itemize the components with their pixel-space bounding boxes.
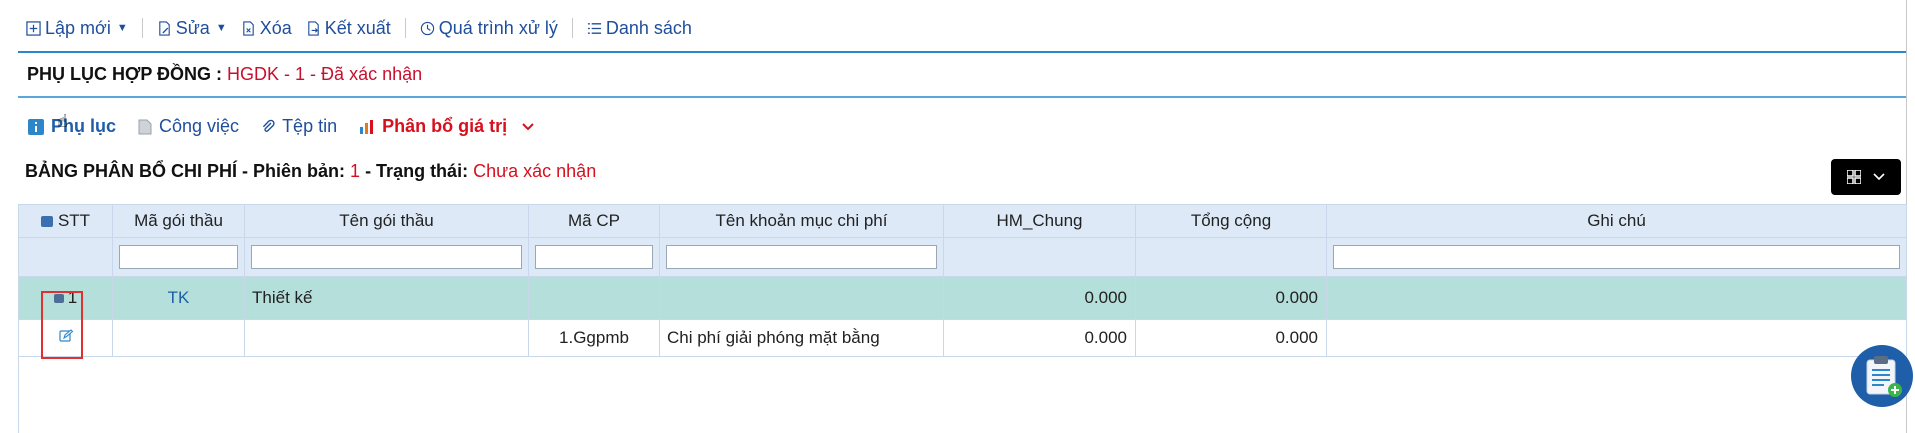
table-row[interactable]: 1 TK Thiết kế 0.000 0.000 [18,276,1907,320]
document-icon [138,119,152,134]
header-row: STT Mã gói thầu Tên gói thầu Mã CP Tên k… [18,204,1907,238]
caret-down-icon: ▼ [116,22,128,34]
total-cell: 0.000 [1135,319,1327,357]
edit-label: Sửa [175,17,210,38]
col-hm-chung-header[interactable]: HM_Chung [943,204,1136,238]
filter-note-input[interactable] [1333,245,1900,269]
col-total-header[interactable]: Tổng cộng [1135,204,1327,238]
cost-allocation-title: BẢNG PHÂN BỔ CHI PHÍ - Phiên bản: 1 - Tr… [25,161,596,182]
filter-cell [244,237,529,277]
delete-label: Xóa [259,17,292,38]
cost-code-cell: 1.Ggpmb [528,319,660,357]
note-cell [1326,276,1907,320]
new-button[interactable]: Lập mới ▼ [26,18,128,39]
chevron-down-icon[interactable] [522,122,534,132]
col-stt-label: STT [57,211,91,230]
edit-document-icon [158,20,170,36]
plus-square-icon [26,20,41,36]
contract-header: PHỤ LỤC HỢP ĐỒNG : HGDK - 1 - Đã xác nhậ… [27,64,422,85]
tab-files-label: Tệp tin [282,116,338,136]
tab-appendix[interactable]: Phụ lục [28,116,116,137]
edit-highlight-box [41,291,83,359]
toolbar-divider [141,18,143,38]
package-name-cell [244,319,529,357]
list-button[interactable]: Danh sách [587,18,692,39]
bar-chart-icon [360,119,374,134]
tab-value-allocation[interactable]: Phân bổ giá trị [359,116,534,137]
toolbar-divider [404,18,406,38]
filter-cell [528,237,660,277]
list-label: Danh sách [605,17,692,38]
hm-chung-cell: 0.000 [943,276,1136,320]
filter-cell-hm-chung [943,237,1136,277]
export-button[interactable]: Kết xuất [306,18,391,39]
floating-action-button[interactable] [1851,345,1913,407]
toolbar-divider-line [18,51,1906,53]
package-code-cell [112,319,245,357]
hm-chung-cell: 0.000 [943,319,1136,357]
col-package-code-header[interactable]: Mã gói thầu [112,204,245,238]
filter-row [18,237,1907,277]
note-cell [1326,319,1907,357]
list-icon [587,22,601,34]
filter-cell [659,237,944,277]
filter-cell-total [1135,237,1327,277]
process-history-button[interactable]: Quá trình xử lý [420,18,558,39]
process-history-label: Quá trình xử lý [438,17,558,38]
clipboard-add-icon [1866,356,1902,397]
package-name-cell: Thiết kế [244,276,529,320]
edit-button[interactable]: Sửa ▼ [157,18,227,39]
cost-allocation-table: STT Mã gói thầu Tên gói thầu Mã CP Tên k… [18,204,1907,357]
info-icon [28,118,44,135]
package-code-cell[interactable]: TK [112,276,245,320]
status-value: Chưa xác nhận [473,161,597,181]
col-stt-header[interactable]: STT [18,204,113,238]
toolbar-divider [571,18,573,38]
contract-label: PHỤ LỤC HỢP ĐỒNG : [27,64,223,84]
history-icon [420,21,434,35]
collapse-all-icon[interactable] [40,216,53,227]
table-row[interactable]: 1.Ggpmb Chi phí giải phóng mặt bằng 0.00… [18,319,1907,357]
new-label: Lập mới [45,17,111,38]
filter-cell [112,237,245,277]
filter-package-code-input[interactable] [119,245,238,269]
toolbar: Lập mới ▼ Sửa ▼ Xóa Kết xuất Quá trình x… [26,16,692,40]
paperclip-icon [262,119,275,132]
export-label: Kết xuất [324,17,391,38]
tab-tasks-label: Công việc [159,116,240,136]
export-icon [307,20,319,36]
contract-divider-line [18,96,1906,98]
filter-cell [1326,237,1907,277]
tab-tasks[interactable]: Công việc [138,116,239,137]
table-left-border [18,350,19,433]
tab-files[interactable]: Tệp tin [261,116,337,137]
contract-value: HGDK - 1 - Đã xác nhận [227,64,423,84]
tab-bar: Phụ lục Công việc Tệp tin Phân bổ giá tr… [28,116,556,137]
view-mode-button[interactable] [1831,159,1901,195]
delete-document-icon [242,20,254,36]
title-prefix: BẢNG PHÂN BỔ CHI PHÍ - Phiên bản: [25,161,346,181]
filter-cost-item-input[interactable] [666,245,937,269]
status-label: - Trạng thái: [365,161,469,181]
col-cost-item-header[interactable]: Tên khoản mục chi phí [659,204,944,238]
cost-item-cell: Chi phí giải phóng mặt bằng [659,319,944,357]
col-note-header[interactable]: Ghi chú [1326,204,1907,238]
filter-package-name-input[interactable] [251,245,522,269]
cost-code-cell [528,276,660,320]
version-value: 1 [350,161,361,181]
chevron-down-icon [1873,173,1885,181]
hand-cursor-icon: ☝ [57,111,68,131]
grid-icon [1847,170,1861,184]
col-cost-code-header[interactable]: Mã CP [528,204,660,238]
total-cell: 0.000 [1135,276,1327,320]
filter-cell-stt [18,237,113,277]
cost-item-cell [659,276,944,320]
delete-button[interactable]: Xóa [241,18,292,39]
col-package-name-header[interactable]: Tên gói thầu [244,204,529,238]
filter-cost-code-input[interactable] [535,245,653,269]
caret-down-icon: ▼ [215,22,227,34]
page: Lập mới ▼ Sửa ▼ Xóa Kết xuất Quá trình x… [0,0,1915,433]
tab-value-allocation-label: Phân bổ giá trị [382,116,508,136]
